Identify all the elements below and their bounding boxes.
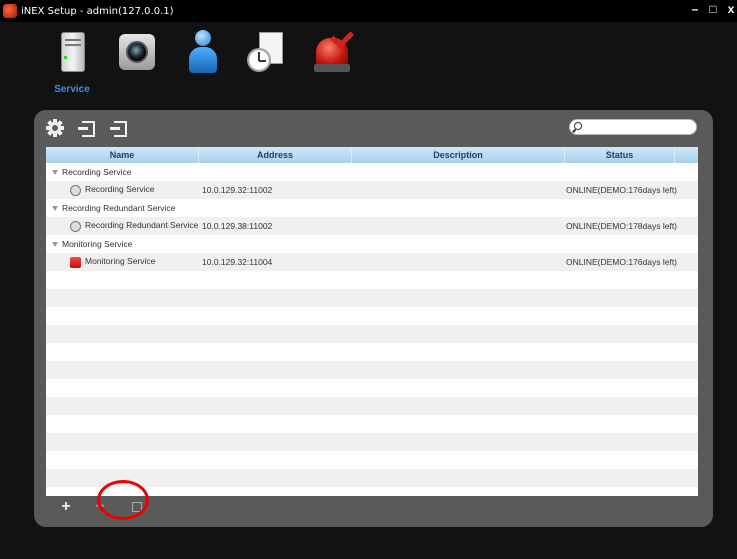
empty-row xyxy=(46,361,698,379)
empty-row xyxy=(46,469,698,487)
tool-schedule[interactable] xyxy=(243,30,291,96)
settings-button[interactable] xyxy=(46,119,66,139)
tool-alarm[interactable] xyxy=(308,24,356,96)
recording-service-icon xyxy=(70,220,81,232)
search-icon xyxy=(574,122,582,130)
service-table: Name Address Description Status Recordin… xyxy=(46,147,698,496)
close-button[interactable]: x xyxy=(725,2,737,16)
setup-window: iNEX Setup - admin(127.0.0.1) – □ x Serv… xyxy=(0,0,737,559)
empty-row xyxy=(46,415,698,433)
title-bar: iNEX Setup - admin(127.0.0.1) – □ x xyxy=(0,0,737,22)
group-row[interactable]: Recording Redundant Service xyxy=(46,199,698,217)
empty-row xyxy=(46,433,698,451)
minimize-button[interactable]: – xyxy=(689,2,701,16)
export-button[interactable] xyxy=(110,119,130,139)
alarm-icon xyxy=(310,24,355,74)
user-icon xyxy=(180,30,224,74)
empty-row xyxy=(46,307,698,325)
tool-user[interactable] xyxy=(178,30,226,96)
import-button[interactable] xyxy=(78,119,98,139)
col-status[interactable]: Status xyxy=(565,147,675,163)
col-description[interactable]: Description xyxy=(352,147,565,163)
schedule-icon xyxy=(245,30,289,74)
col-name[interactable]: Name xyxy=(46,147,199,163)
gear-icon xyxy=(46,119,64,137)
empty-row xyxy=(46,397,698,415)
main-toolbar: Service xyxy=(48,24,356,96)
add-button[interactable]: + xyxy=(58,498,74,516)
table-row[interactable]: Recording Redundant Service 10.0.129.38:… xyxy=(46,217,698,235)
empty-row xyxy=(46,325,698,343)
table-row[interactable]: Recording Service 10.0.129.32:11002 ONLI… xyxy=(46,181,698,199)
tool-service-label: Service xyxy=(54,84,90,95)
group-row[interactable]: Monitoring Service xyxy=(46,235,698,253)
window-controls: – □ x xyxy=(689,2,737,16)
expand-icon[interactable] xyxy=(52,205,58,211)
panel-toolbar xyxy=(46,119,130,139)
search-input[interactable] xyxy=(569,119,697,135)
maximize-button[interactable]: □ xyxy=(707,2,719,16)
recording-service-icon xyxy=(70,184,81,196)
group-row[interactable]: Recording Service xyxy=(46,163,698,181)
empty-row xyxy=(46,271,698,289)
empty-row xyxy=(46,289,698,307)
monitoring-service-icon xyxy=(70,256,81,268)
expand-icon[interactable] xyxy=(52,241,58,247)
expand-icon[interactable] xyxy=(52,169,58,175)
empty-row xyxy=(46,379,698,397)
server-icon xyxy=(50,30,94,74)
empty-row xyxy=(46,343,698,361)
tool-service[interactable]: Service xyxy=(48,30,96,96)
highlight-annotation xyxy=(97,480,149,520)
table-row[interactable]: Monitoring Service 10.0.129.32:11004 ONL… xyxy=(46,253,698,271)
service-panel: Name Address Description Status Recordin… xyxy=(34,110,713,527)
empty-row xyxy=(46,451,698,469)
window-title: iNEX Setup - admin(127.0.0.1) xyxy=(21,5,174,17)
app-icon xyxy=(3,4,17,18)
col-address[interactable]: Address xyxy=(199,147,352,163)
table-body: Recording Service Recording Service 10.0… xyxy=(46,163,698,496)
camera-icon xyxy=(115,30,159,74)
tool-camera[interactable] xyxy=(113,30,161,96)
table-header: Name Address Description Status xyxy=(46,147,698,163)
